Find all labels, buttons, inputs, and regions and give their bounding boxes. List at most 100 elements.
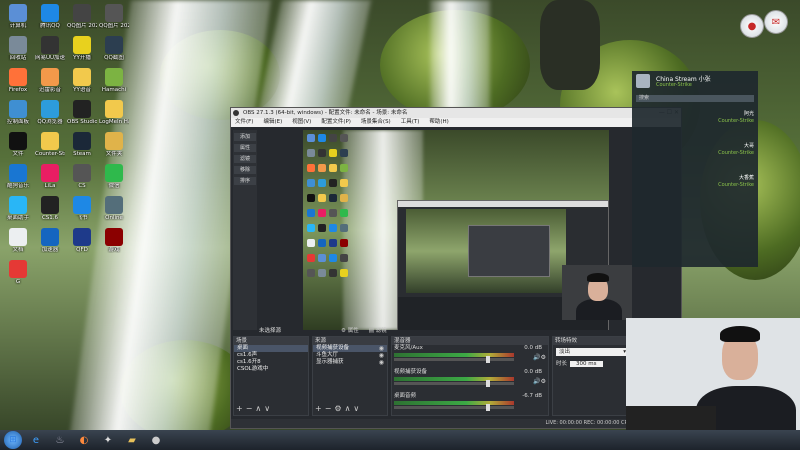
obs-title-bar[interactable]: OBS 27.1.3 (64-bit, windows) - 配置文件: 未命名… xyxy=(231,108,681,118)
scene-item[interactable]: cs1.6声 xyxy=(234,352,308,359)
start-icon[interactable]: ⊞ xyxy=(4,431,22,449)
menu-item[interactable]: 文件(F) xyxy=(235,118,253,127)
steam-friends-panel[interactable]: China Stream 小张 Counter-Strike 搜索 阿光 Coun… xyxy=(632,71,758,267)
menu-item[interactable]: 帮助(H) xyxy=(429,118,448,127)
desktop-icon-label: Firefox xyxy=(8,87,28,93)
desktop-icon[interactable]: LogMeIn Hamachi xyxy=(99,100,129,125)
speaker-icon[interactable]: 🔊⚙ xyxy=(533,378,546,385)
desktop-icon[interactable]: QQ浏览器 xyxy=(35,100,65,125)
desktop-icon[interactable]: CS1.6 xyxy=(35,196,65,221)
menu-item[interactable]: 视图(V) xyxy=(292,118,311,127)
desktop-icon[interactable]: 酷狗音乐 xyxy=(3,164,33,189)
source-item[interactable]: 显示器捕获 ◉ xyxy=(313,359,387,366)
desktop-icon[interactable]: YY语音 xyxy=(67,68,97,93)
source-item[interactable]: 视频捕获设备 ◉ xyxy=(313,345,387,352)
desktop-icon-label: LogMeIn Hamachi xyxy=(99,119,129,125)
side-button[interactable]: 移除 xyxy=(234,166,256,174)
desktop-icon-label: QQ图片 20211213 xyxy=(99,23,129,29)
desktop-icon[interactable]: QQ截图 xyxy=(99,36,129,61)
desktop-icon[interactable]: QQ图片 20211213 xyxy=(99,4,129,29)
steam-icon[interactable]: ♨ xyxy=(50,432,70,448)
eye-icon[interactable]: ◉ xyxy=(379,359,384,366)
obs-menu-bar[interactable]: 文件(F) 编辑(E) 视图(V) 配置文件(P) 场景集合(S) 工具(T) 帮助(H) xyxy=(231,118,681,127)
desktop-icon[interactable]: 迅雷影音 xyxy=(35,68,65,93)
eye-icon[interactable]: ◉ xyxy=(379,345,384,352)
scene-item[interactable]: 桌面 xyxy=(234,345,308,352)
friend-status[interactable]: Counter-Strike xyxy=(718,182,754,189)
cs-icon[interactable]: ✦ xyxy=(98,432,118,448)
desktop-icon[interactable]: CS xyxy=(67,164,97,189)
menu-item[interactable]: 工具(T) xyxy=(401,118,420,127)
preview-icon xyxy=(340,134,348,142)
desktop-icon[interactable]: 文档 xyxy=(3,228,33,253)
friend-name[interactable]: 大哥 xyxy=(718,143,754,150)
friend-name[interactable]: 大香蕉 xyxy=(718,175,754,182)
desktop-icon[interactable]: 微信 xyxy=(99,164,129,189)
desktop-icon[interactable]: 回收站 xyxy=(3,36,33,61)
side-button[interactable]: 属性 xyxy=(234,144,256,152)
menu-item[interactable]: 编辑(E) xyxy=(263,118,282,127)
desktop-icon[interactable]: Hamachi xyxy=(99,68,129,93)
desktop-icon[interactable]: 控制面板 xyxy=(3,100,33,125)
desktop-icon[interactable]: YY开播 xyxy=(67,36,97,61)
slider-handle[interactable] xyxy=(486,404,490,411)
desktop-icon[interactable]: 文件 xyxy=(3,132,33,157)
desktop-icon[interactable]: 腾讯QQ xyxy=(35,4,65,29)
slider-handle[interactable] xyxy=(486,356,490,363)
transition-select[interactable]: 淡出 ▾ xyxy=(556,348,629,356)
desktop-icon[interactable]: Firefox xyxy=(3,68,33,93)
desktop-icon[interactable]: Counter-Strike xyxy=(35,132,65,157)
firefox-icon[interactable]: ◐ xyxy=(74,432,94,448)
desktop-icon[interactable]: QFD xyxy=(67,228,97,253)
desktop-icon[interactable]: Online xyxy=(99,196,129,221)
side-button[interactable]: 排序 xyxy=(234,177,256,185)
scene-item[interactable]: CSOL游戏中 xyxy=(234,366,308,373)
preview-icon xyxy=(307,209,315,217)
desktop-icon[interactable]: OBS Studio xyxy=(67,100,97,125)
eye-icon[interactable]: ◉ xyxy=(379,352,384,359)
friend-status[interactable]: Counter-Strike xyxy=(718,150,754,157)
slider-handle[interactable] xyxy=(486,380,490,387)
preview-icon xyxy=(340,269,348,277)
notification-icon[interactable]: ✉ xyxy=(764,10,788,34)
source-item[interactable]: 斗鱼大厅 ◉ xyxy=(313,352,387,359)
desktop-icon[interactable]: Steam xyxy=(67,132,97,157)
desktop-icon[interactable]: 网易UU加速器 xyxy=(35,36,65,61)
side-button[interactable]: 添加 xyxy=(234,133,256,141)
desktop-icon[interactable]: 游戏 xyxy=(99,228,129,253)
friends-search-input[interactable]: 搜索 xyxy=(636,95,754,102)
ie-icon[interactable]: e xyxy=(26,432,46,448)
desktop-icon[interactable]: 加速器 xyxy=(35,228,65,253)
preview-icon xyxy=(318,269,326,277)
desktop-icon[interactable]: QQ图片 20211212 xyxy=(67,4,97,29)
volume-slider[interactable] xyxy=(394,380,514,387)
obs-icon[interactable]: ● xyxy=(146,432,166,448)
volume-slider[interactable] xyxy=(394,356,514,363)
scene-item[interactable]: cs1.6开8 xyxy=(234,359,308,366)
menu-item[interactable]: 配置文件(P) xyxy=(321,118,351,127)
preview-icon xyxy=(318,209,326,217)
scene-controls[interactable]: +−∧∨ xyxy=(236,404,273,413)
folder-icon[interactable]: ▰ xyxy=(122,432,142,448)
desktop-icon[interactable]: 文件夹 xyxy=(99,132,129,157)
friend-name[interactable]: 阿光 xyxy=(718,111,754,118)
volume-slider[interactable] xyxy=(394,404,514,411)
source-controls[interactable]: +−⚙∧∨ xyxy=(315,404,362,413)
side-button[interactable]: 滤镜 xyxy=(234,155,256,163)
menu-item[interactable]: 场景集合(S) xyxy=(361,118,391,127)
desktop-icon[interactable]: 桌面助手 xyxy=(3,196,33,221)
friend-status[interactable]: Counter-Strike xyxy=(718,118,754,125)
desktop-icon[interactable]: G xyxy=(3,260,33,285)
properties-button[interactable]: ⚙ 属性 xyxy=(341,326,359,334)
hamachi-icon xyxy=(105,68,123,86)
avatar[interactable] xyxy=(636,74,650,88)
desktop-icon[interactable]: LiLa xyxy=(35,164,65,189)
filters-label: 滤镜 xyxy=(375,328,387,334)
logmein-icon xyxy=(105,100,123,118)
duration-input[interactable]: 300 ms xyxy=(570,361,603,367)
avatar-icon[interactable]: ● xyxy=(740,14,764,38)
desktop-icon[interactable]: 飞书 xyxy=(67,196,97,221)
desktop-icon[interactable]: 计算机 xyxy=(3,4,33,29)
filters-button[interactable]: ▤ 滤镜 xyxy=(369,326,387,334)
speaker-icon[interactable]: 🔊⚙ xyxy=(533,354,546,361)
